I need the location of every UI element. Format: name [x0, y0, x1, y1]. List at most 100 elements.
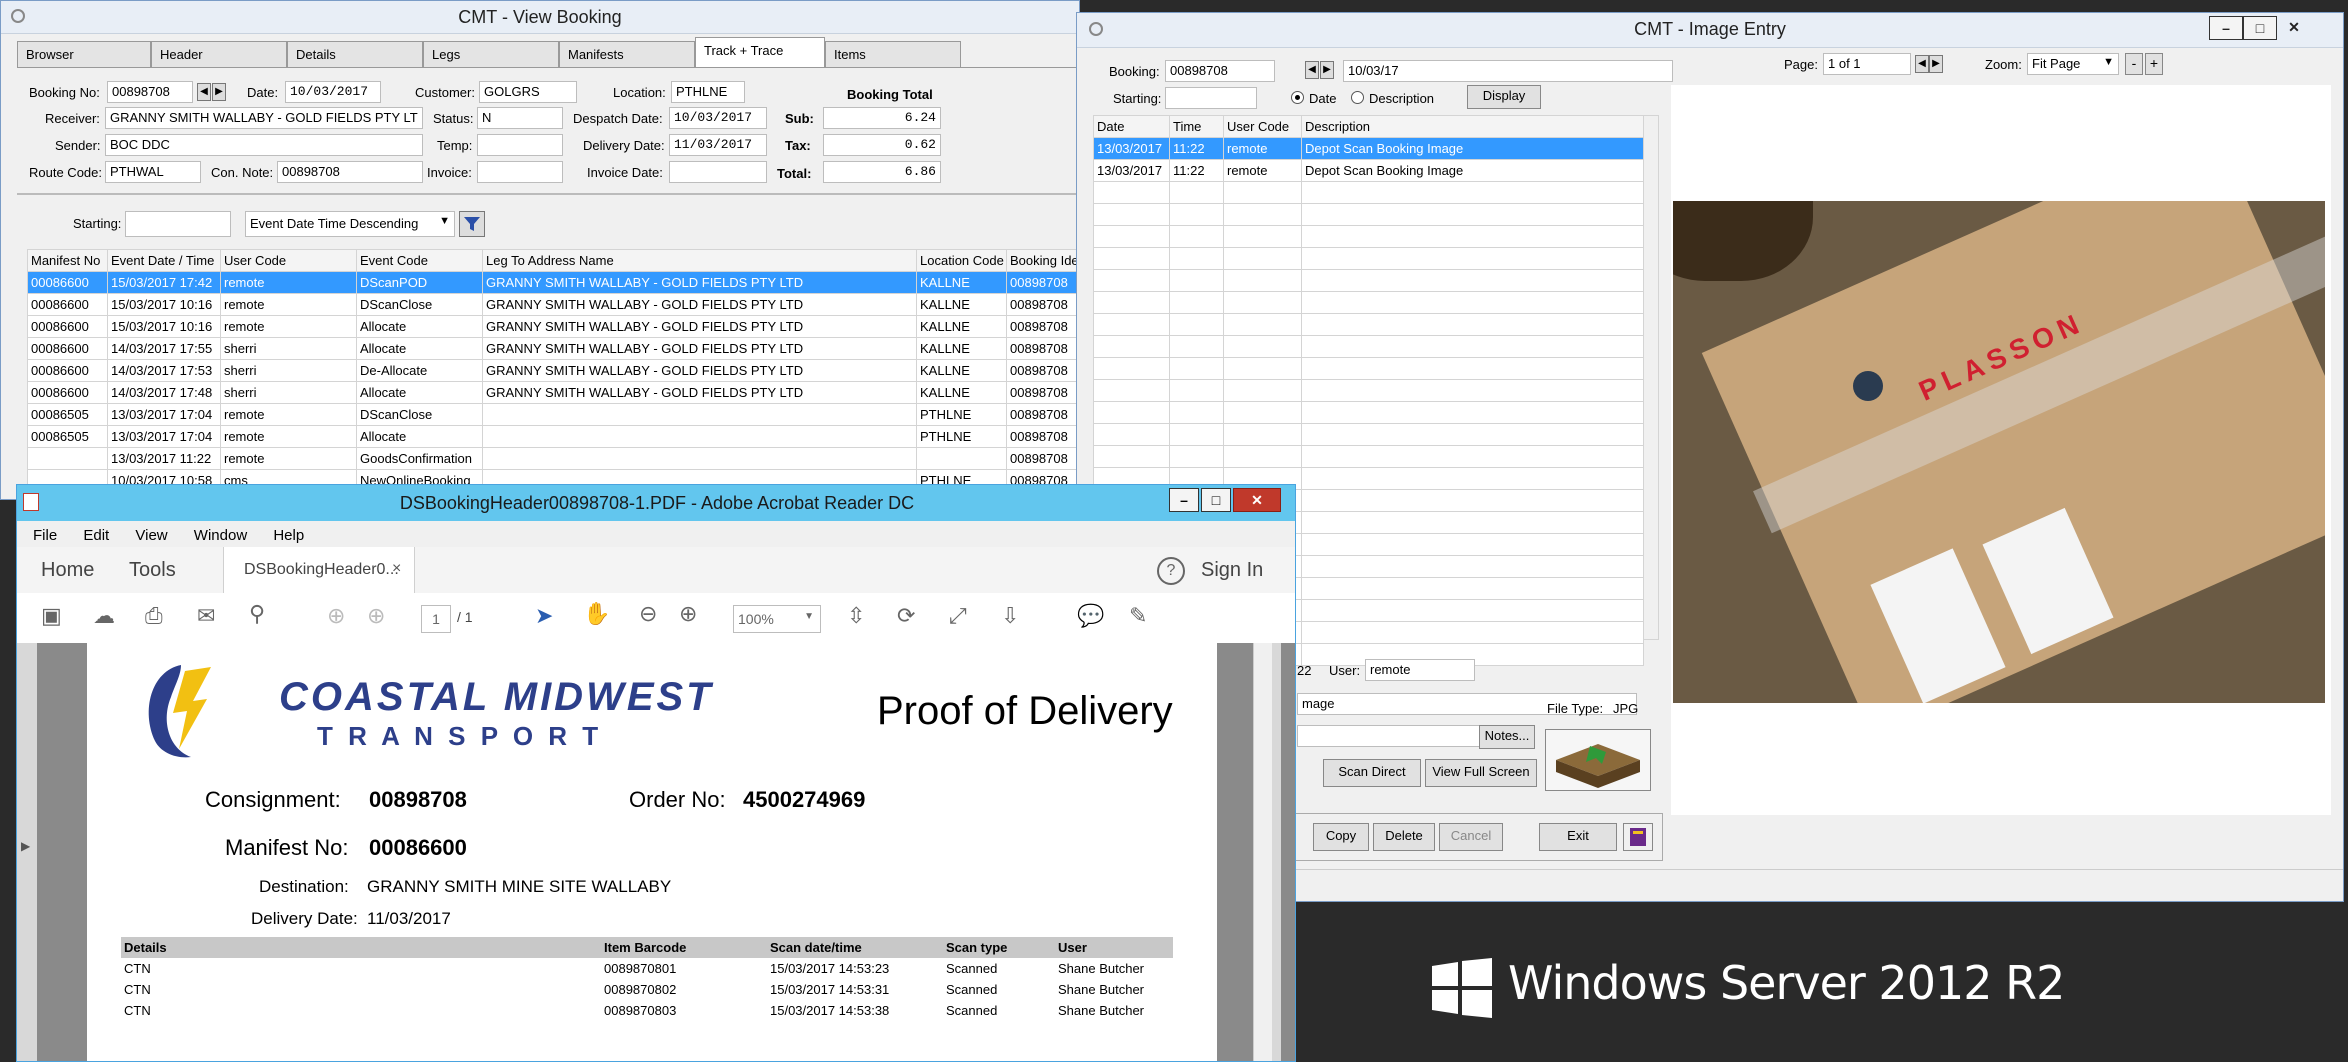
- column-header[interactable]: Date: [1093, 115, 1170, 138]
- date-radio[interactable]: [1291, 91, 1304, 104]
- zoom-select[interactable]: Fit Page ▼: [2027, 53, 2119, 75]
- select-cursor-icon[interactable]: ➤: [535, 603, 553, 629]
- tab-header[interactable]: Header: [151, 41, 287, 67]
- table-row[interactable]: 00086600 14/03/2017 17:53 sherri De-Allocat…: [27, 359, 1079, 382]
- invoice-date-field[interactable]: [669, 161, 767, 183]
- notes-button[interactable]: Notes...: [1479, 725, 1535, 749]
- minimize-button[interactable]: –: [2209, 16, 2243, 40]
- tab-document[interactable]: DSBookingHeader0... ×: [223, 547, 415, 593]
- scan-direct-button[interactable]: Scan Direct: [1323, 759, 1421, 787]
- tab-manifests[interactable]: Manifests: [559, 41, 695, 67]
- cancel-button[interactable]: Cancel: [1439, 823, 1503, 851]
- table-row[interactable]: 00086600 14/03/2017 17:55 sherri Allocate GR…: [27, 337, 1079, 360]
- pdf-scroll-track[interactable]: [1253, 643, 1272, 1061]
- zoom-out-icon[interactable]: ⊖: [639, 601, 657, 627]
- menu-edit[interactable]: Edit: [83, 527, 109, 544]
- maximize-button[interactable]: □: [2243, 16, 2277, 40]
- column-header[interactable]: Event Date / Time: [107, 249, 221, 272]
- menu-file[interactable]: File: [33, 527, 57, 544]
- customer-field[interactable]: GOLGRS: [479, 81, 577, 103]
- column-header[interactable]: User: [1055, 937, 1173, 958]
- search-icon[interactable]: ⚲: [249, 601, 265, 627]
- table-row[interactable]: CTN 0089870803 15/03/2017 14:53:38 Scanned S…: [121, 1000, 1173, 1021]
- zoom-select[interactable]: 100% ▼: [733, 605, 821, 633]
- comment-icon[interactable]: 💬: [1077, 603, 1104, 629]
- help-book-icon[interactable]: [1623, 823, 1653, 851]
- next-page-icon[interactable]: ⊕: [367, 603, 385, 629]
- column-header[interactable]: Item Barcode: [601, 937, 767, 958]
- table-row[interactable]: 00086505 13/03/2017 17:04 remote Allocate PT…: [27, 425, 1079, 448]
- column-header[interactable]: Booking Ide: [1006, 249, 1079, 272]
- exit-button[interactable]: Exit: [1539, 823, 1617, 851]
- tab-details[interactable]: Details: [287, 41, 423, 67]
- tab-tools[interactable]: Tools: [129, 559, 176, 582]
- booking-field[interactable]: 00898708: [1165, 60, 1275, 82]
- view-booking-titlebar[interactable]: CMT - View Booking: [1, 1, 1079, 34]
- column-header[interactable]: Scan type: [943, 937, 1055, 958]
- booking-no-field[interactable]: 00898708: [107, 81, 193, 103]
- zoom-in-button[interactable]: +: [2145, 53, 2163, 75]
- location-field[interactable]: PTHLNE: [671, 81, 745, 103]
- scroll-mode-icon[interactable]: ⇩: [1001, 603, 1019, 629]
- table-row[interactable]: 00086600 14/03/2017 17:48 sherri Allocate GR…: [27, 381, 1079, 404]
- list-scrollbar[interactable]: [1643, 115, 1659, 640]
- column-header[interactable]: Manifest No: [27, 249, 108, 272]
- receiver-field[interactable]: GRANNY SMITH WALLABY - GOLD FIELDS PTY L…: [105, 107, 423, 129]
- delivery-date-field[interactable]: 11/03/2017: [669, 134, 767, 156]
- display-button[interactable]: Display: [1467, 85, 1541, 109]
- starting-input[interactable]: [125, 211, 231, 237]
- description-radio[interactable]: [1351, 91, 1364, 104]
- filter-icon[interactable]: [459, 211, 485, 237]
- date-field[interactable]: 10/03/2017: [285, 81, 381, 103]
- table-row[interactable]: 00086600 15/03/2017 10:16 remote DScanClose…: [27, 293, 1079, 316]
- table-row[interactable]: CTN 0089870801 15/03/2017 14:53:23 Scanned S…: [121, 958, 1173, 979]
- delete-button[interactable]: Delete: [1373, 823, 1435, 851]
- column-header[interactable]: Description: [1301, 115, 1644, 138]
- close-icon[interactable]: ×: [392, 560, 401, 578]
- close-button[interactable]: ✕: [1233, 488, 1281, 512]
- table-row[interactable]: 00086600 15/03/2017 17:42 remote DScanPOD GR…: [27, 271, 1079, 294]
- table-row[interactable]: CTN 0089870802 15/03/2017 14:53:31 Scanned S…: [121, 979, 1173, 1000]
- table-row[interactable]: 13/03/2017 11:22 remote Depot Scan Booking …: [1093, 159, 1644, 182]
- left-panel-toggle[interactable]: ▶: [17, 643, 37, 1061]
- table-row[interactable]: 00086505 13/03/2017 17:04 remote DScanClose…: [27, 403, 1079, 426]
- rotate-icon[interactable]: ⟳: [897, 603, 915, 629]
- route-code-field[interactable]: PTHWAL: [105, 161, 201, 183]
- print-icon[interactable]: ⎙: [145, 603, 163, 629]
- prev-page-button[interactable]: ◀: [1915, 55, 1929, 73]
- next-booking-button[interactable]: ▶: [1320, 61, 1334, 79]
- next-page-button[interactable]: ▶: [1929, 55, 1943, 73]
- maximize-button[interactable]: □: [1201, 488, 1231, 512]
- page-number-input[interactable]: 1: [421, 605, 451, 633]
- tab-legs[interactable]: Legs: [423, 41, 559, 67]
- sign-pen-icon[interactable]: ✎: [1129, 603, 1147, 629]
- sort-select[interactable]: Event Date Time Descending ▼: [245, 211, 455, 237]
- tab-track-trace[interactable]: Track + Trace: [695, 37, 825, 69]
- prev-page-icon[interactable]: ⊕: [327, 603, 345, 629]
- tab-items[interactable]: Items: [825, 41, 961, 67]
- full-screen-icon[interactable]: ⤢: [949, 603, 967, 629]
- temp-field[interactable]: [477, 134, 563, 156]
- status-field[interactable]: N: [477, 107, 563, 129]
- image-entry-titlebar[interactable]: CMT - Image Entry – □ ✕: [1077, 13, 2343, 48]
- tab-browser[interactable]: Browser: [17, 41, 151, 67]
- hand-tool-icon[interactable]: ✋: [583, 601, 610, 627]
- view-full-screen-button[interactable]: View Full Screen: [1425, 759, 1537, 787]
- save-icon[interactable]: ▣: [41, 603, 62, 629]
- menu-view[interactable]: View: [135, 527, 167, 544]
- column-header[interactable]: Scan date/time: [767, 937, 943, 958]
- next-booking-button[interactable]: ▶: [212, 83, 226, 101]
- prev-booking-button[interactable]: ◀: [197, 83, 211, 101]
- zoom-out-button[interactable]: -: [2125, 53, 2143, 75]
- acrobat-titlebar[interactable]: DSBookingHeader00898708-1.PDF - Adobe Ac…: [17, 485, 1295, 521]
- upload-cloud-icon[interactable]: ☁: [93, 603, 115, 629]
- sender-field[interactable]: BOC DDC: [105, 134, 423, 156]
- close-button[interactable]: ✕: [2277, 16, 2311, 40]
- table-row[interactable]: 13/03/2017 11:22 remote Depot Scan Booking …: [1093, 137, 1644, 160]
- scanner-icon[interactable]: [1545, 729, 1651, 791]
- sign-in-link[interactable]: Sign In: [1201, 559, 1263, 582]
- tab-home[interactable]: Home: [41, 559, 94, 582]
- table-row[interactable]: 00086600 15/03/2017 10:16 remote Allocate GR…: [27, 315, 1079, 338]
- copy-button[interactable]: Copy: [1313, 823, 1369, 851]
- zoom-in-icon[interactable]: ⊕: [679, 601, 697, 627]
